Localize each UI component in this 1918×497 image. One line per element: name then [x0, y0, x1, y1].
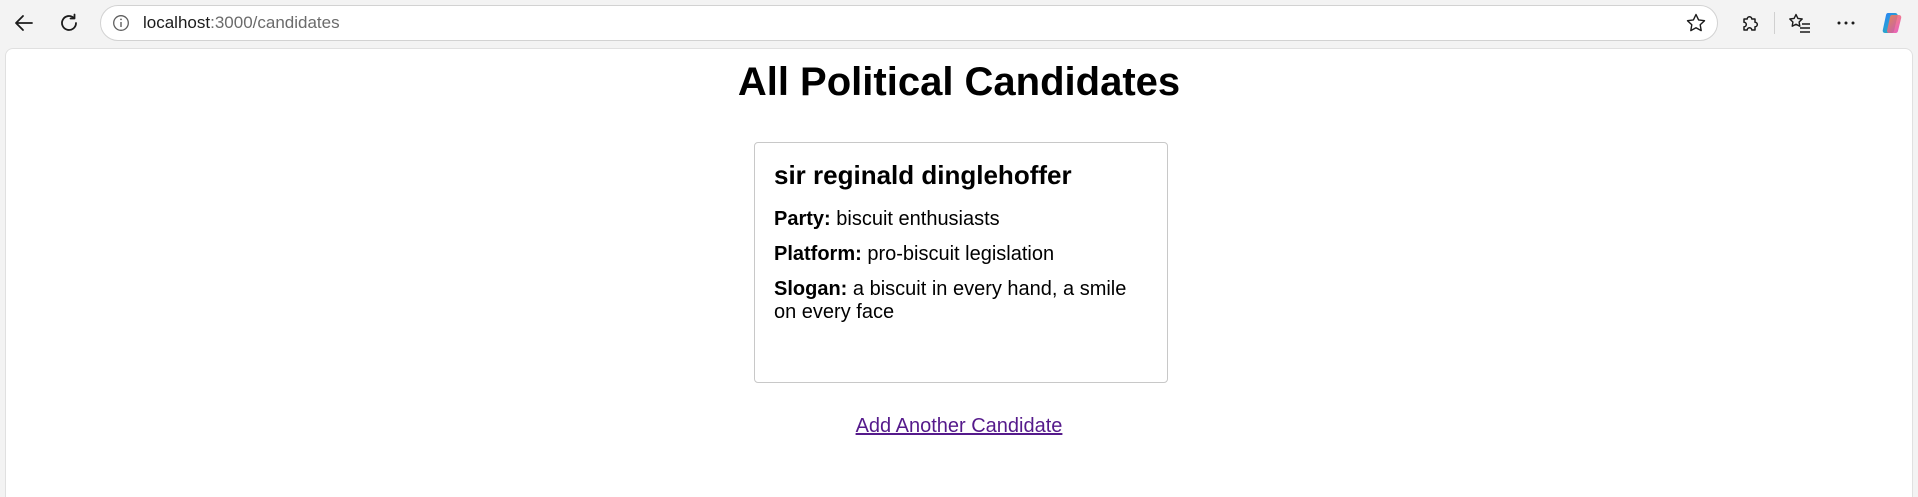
- back-arrow-icon: [13, 12, 35, 34]
- page-viewport: All Political Candidates sir reginald di…: [5, 48, 1913, 497]
- favorites-button[interactable]: [1783, 6, 1817, 40]
- slogan-label: Slogan:: [774, 278, 848, 300]
- candidate-name: sir reginald dinglehoffer: [774, 160, 1072, 190]
- copilot-button[interactable]: [1875, 6, 1909, 40]
- add-link-container: Add Another Candidate: [6, 415, 1912, 438]
- address-bar[interactable]: localhost:3000/candidates: [100, 5, 1718, 41]
- browser-toolbar: localhost:3000/candidates: [0, 0, 1918, 46]
- page-title: All Political Candidates: [737, 60, 1181, 104]
- url-host: localhost: [143, 13, 211, 32]
- platform-label: Platform:: [774, 243, 862, 265]
- party-label: Party:: [774, 208, 831, 230]
- extensions-button[interactable]: [1733, 6, 1767, 40]
- candidate-slogan: Slogan: a biscuit in every hand, a smile…: [774, 278, 1148, 324]
- site-info-icon[interactable]: [111, 13, 131, 33]
- url-path: :3000/candidates: [210, 13, 340, 32]
- candidate-platform: Platform: pro-biscuit legislation: [774, 243, 1148, 266]
- toolbar-divider: [1774, 12, 1775, 34]
- favorites-list-icon: [1788, 12, 1812, 34]
- puzzle-icon: [1739, 12, 1761, 34]
- candidate-party: Party: biscuit enthusiasts: [774, 208, 1148, 231]
- copilot-icon: [1879, 10, 1905, 36]
- refresh-button[interactable]: [52, 6, 86, 40]
- url-text[interactable]: localhost:3000/candidates: [143, 6, 340, 40]
- candidate-card: sir reginald dinglehoffer Party: biscuit…: [754, 142, 1168, 383]
- back-button[interactable]: [7, 6, 41, 40]
- platform-value: pro-biscuit legislation: [867, 243, 1055, 265]
- add-candidate-link[interactable]: Add Another Candidate: [856, 415, 1063, 437]
- favorite-star-icon[interactable]: [1685, 12, 1707, 34]
- more-menu-button[interactable]: [1829, 6, 1863, 40]
- refresh-icon: [58, 12, 80, 34]
- party-value: biscuit enthusiasts: [836, 208, 1000, 230]
- ellipsis-icon: [1835, 12, 1857, 34]
